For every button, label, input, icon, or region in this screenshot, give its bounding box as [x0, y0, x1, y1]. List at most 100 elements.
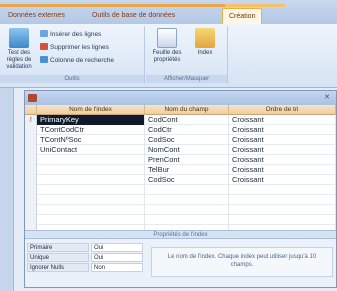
context-band: [0, 4, 225, 7]
close-icon[interactable]: ✕: [321, 93, 333, 103]
property-row-ignore-nulls: Ignorer Nulls Non: [27, 263, 143, 272]
table-row: ⚷ PrimaryKey CodCont Croissant: [25, 115, 336, 125]
test-rules-button[interactable]: Test des règles de validation: [2, 28, 36, 71]
header-selector: [25, 105, 37, 115]
sort-order-cell[interactable]: [229, 195, 336, 205]
primary-key-icon[interactable]: ⚷: [25, 115, 37, 125]
indexes-button[interactable]: Index: [188, 28, 222, 57]
field-name-cell[interactable]: CodCont: [145, 115, 229, 125]
index-name-cell[interactable]: [37, 175, 145, 185]
lookup-column-label: Colonne de recherche: [50, 57, 114, 64]
header-index-name: Nom de l'index: [37, 105, 145, 115]
header-field-name: Nom du champ: [145, 105, 229, 115]
row-selector[interactable]: [25, 155, 37, 165]
field-name-cell[interactable]: PrenCont: [145, 155, 229, 165]
property-value-primaire[interactable]: Oui: [91, 243, 143, 252]
property-sheet-icon: [157, 28, 177, 48]
table-row: [25, 195, 336, 205]
property-label: Unique: [27, 253, 89, 262]
sort-order-cell[interactable]: Croissant: [229, 115, 336, 125]
group-afficher-masquer: Feuille des propriétés Index Afficher/Ma…: [146, 26, 228, 84]
row-selector[interactable]: [25, 145, 37, 155]
indexes-grid: Nom de l'index Nom du champ Ordre de tri…: [25, 105, 336, 235]
header-sort-order: Ordre de tri: [229, 105, 336, 115]
property-value-ignore-nulls[interactable]: Non: [91, 263, 143, 272]
sort-order-cell[interactable]: Croissant: [229, 135, 336, 145]
index-name-cell[interactable]: PrimaryKey: [37, 115, 145, 125]
grid-rows: ⚷ PrimaryKey CodCont Croissant TContCodCtr Co…: [25, 115, 336, 235]
insert-rows-button[interactable]: Insérer des lignes: [40, 30, 101, 40]
sort-order-cell[interactable]: Croissant: [229, 155, 336, 165]
lookup-column-button[interactable]: Colonne de recherche: [40, 56, 114, 66]
field-name-cell[interactable]: NomCont: [145, 145, 229, 155]
sort-order-cell[interactable]: Croissant: [229, 175, 336, 185]
tab-creation[interactable]: Création: [222, 8, 263, 24]
property-row-unique: Unique Oui: [27, 253, 143, 262]
row-selector[interactable]: [25, 125, 37, 135]
property-value-unique[interactable]: Oui: [91, 253, 143, 262]
insert-rows-label: Insérer des lignes: [50, 31, 102, 38]
window-titlebar[interactable]: ✕: [25, 91, 336, 105]
property-row-primaire: Primaire Oui: [27, 243, 143, 252]
sort-order-cell[interactable]: Croissant: [229, 125, 336, 135]
index-name-cell[interactable]: [37, 205, 145, 215]
table-row: TelBur Croissant: [25, 165, 336, 175]
sort-order-cell[interactable]: [229, 185, 336, 195]
index-name-cell[interactable]: TContNºSoc: [37, 135, 145, 145]
field-name-cell[interactable]: TelBur: [145, 165, 229, 175]
ribbon: Test des règles de validation Insérer de…: [0, 24, 337, 88]
sort-order-cell[interactable]: [229, 205, 336, 215]
table-row: CodSoc Croissant: [25, 175, 336, 185]
row-selector[interactable]: [25, 175, 37, 185]
tab-outils-bdd[interactable]: Outils de base de données: [86, 8, 181, 24]
index-name-cell[interactable]: [37, 185, 145, 195]
index-name-cell[interactable]: [37, 165, 145, 175]
index-name-cell[interactable]: [37, 215, 145, 225]
index-name-cell[interactable]: [37, 155, 145, 165]
indexes-label: Index: [197, 50, 213, 56]
group-outils: Test des règles de validation Insérer de…: [0, 26, 145, 84]
property-label: Primaire: [27, 243, 89, 252]
table-row: [25, 215, 336, 225]
table-row: PrenCont Croissant: [25, 155, 336, 165]
row-selector[interactable]: [25, 205, 37, 215]
row-selector[interactable]: [25, 185, 37, 195]
property-label: Ignorer Nulls: [27, 263, 89, 272]
field-name-cell[interactable]: [145, 215, 229, 225]
row-selector[interactable]: [25, 195, 37, 205]
delete-rows-label: Supprimer les lignes: [50, 44, 109, 51]
row-selector[interactable]: [25, 165, 37, 175]
property-help-text: Le nom de l'index. Chaque index peut uti…: [151, 247, 333, 277]
lookup-column-icon: [40, 56, 48, 63]
field-name-cell[interactable]: [145, 205, 229, 215]
table-row: TContNºSoc CodSoc Croissant: [25, 135, 336, 145]
properties-section-title: Propriétés de l'index: [25, 230, 336, 239]
table-row: [25, 185, 336, 195]
field-name-cell[interactable]: CodCtr: [145, 125, 229, 135]
row-selector[interactable]: [25, 215, 37, 225]
field-name-cell[interactable]: [145, 195, 229, 205]
table-row: TContCodCtr CodCtr Croissant: [25, 125, 336, 135]
field-name-cell[interactable]: CodSoc: [145, 175, 229, 185]
field-name-cell[interactable]: [145, 185, 229, 195]
sort-order-cell[interactable]: [229, 215, 336, 225]
insert-rows-icon: [40, 30, 48, 37]
indexes-icon: [195, 28, 215, 48]
tab-donnees-externes[interactable]: Données externes: [2, 8, 71, 24]
context-band-design: [225, 4, 285, 7]
index-name-cell[interactable]: UniContact: [37, 145, 145, 155]
delete-rows-icon: [40, 43, 48, 50]
index-name-cell[interactable]: TContCodCtr: [37, 125, 145, 135]
field-name-cell[interactable]: CodSoc: [145, 135, 229, 145]
navigation-pane-collapsed[interactable]: [0, 88, 14, 291]
sort-order-cell[interactable]: Croissant: [229, 165, 336, 175]
indexes-window: ✕ Nom de l'index Nom du champ Ordre de t…: [24, 90, 337, 288]
grid-header: Nom de l'index Nom du champ Ordre de tri: [25, 105, 336, 115]
sort-order-cell[interactable]: Croissant: [229, 145, 336, 155]
row-selector[interactable]: [25, 135, 37, 145]
validation-rules-icon: [9, 28, 29, 48]
delete-rows-button[interactable]: Supprimer les lignes: [40, 43, 109, 53]
property-sheet-button[interactable]: Feuille des propriétés: [150, 28, 184, 64]
table-row: [25, 205, 336, 215]
index-name-cell[interactable]: [37, 195, 145, 205]
